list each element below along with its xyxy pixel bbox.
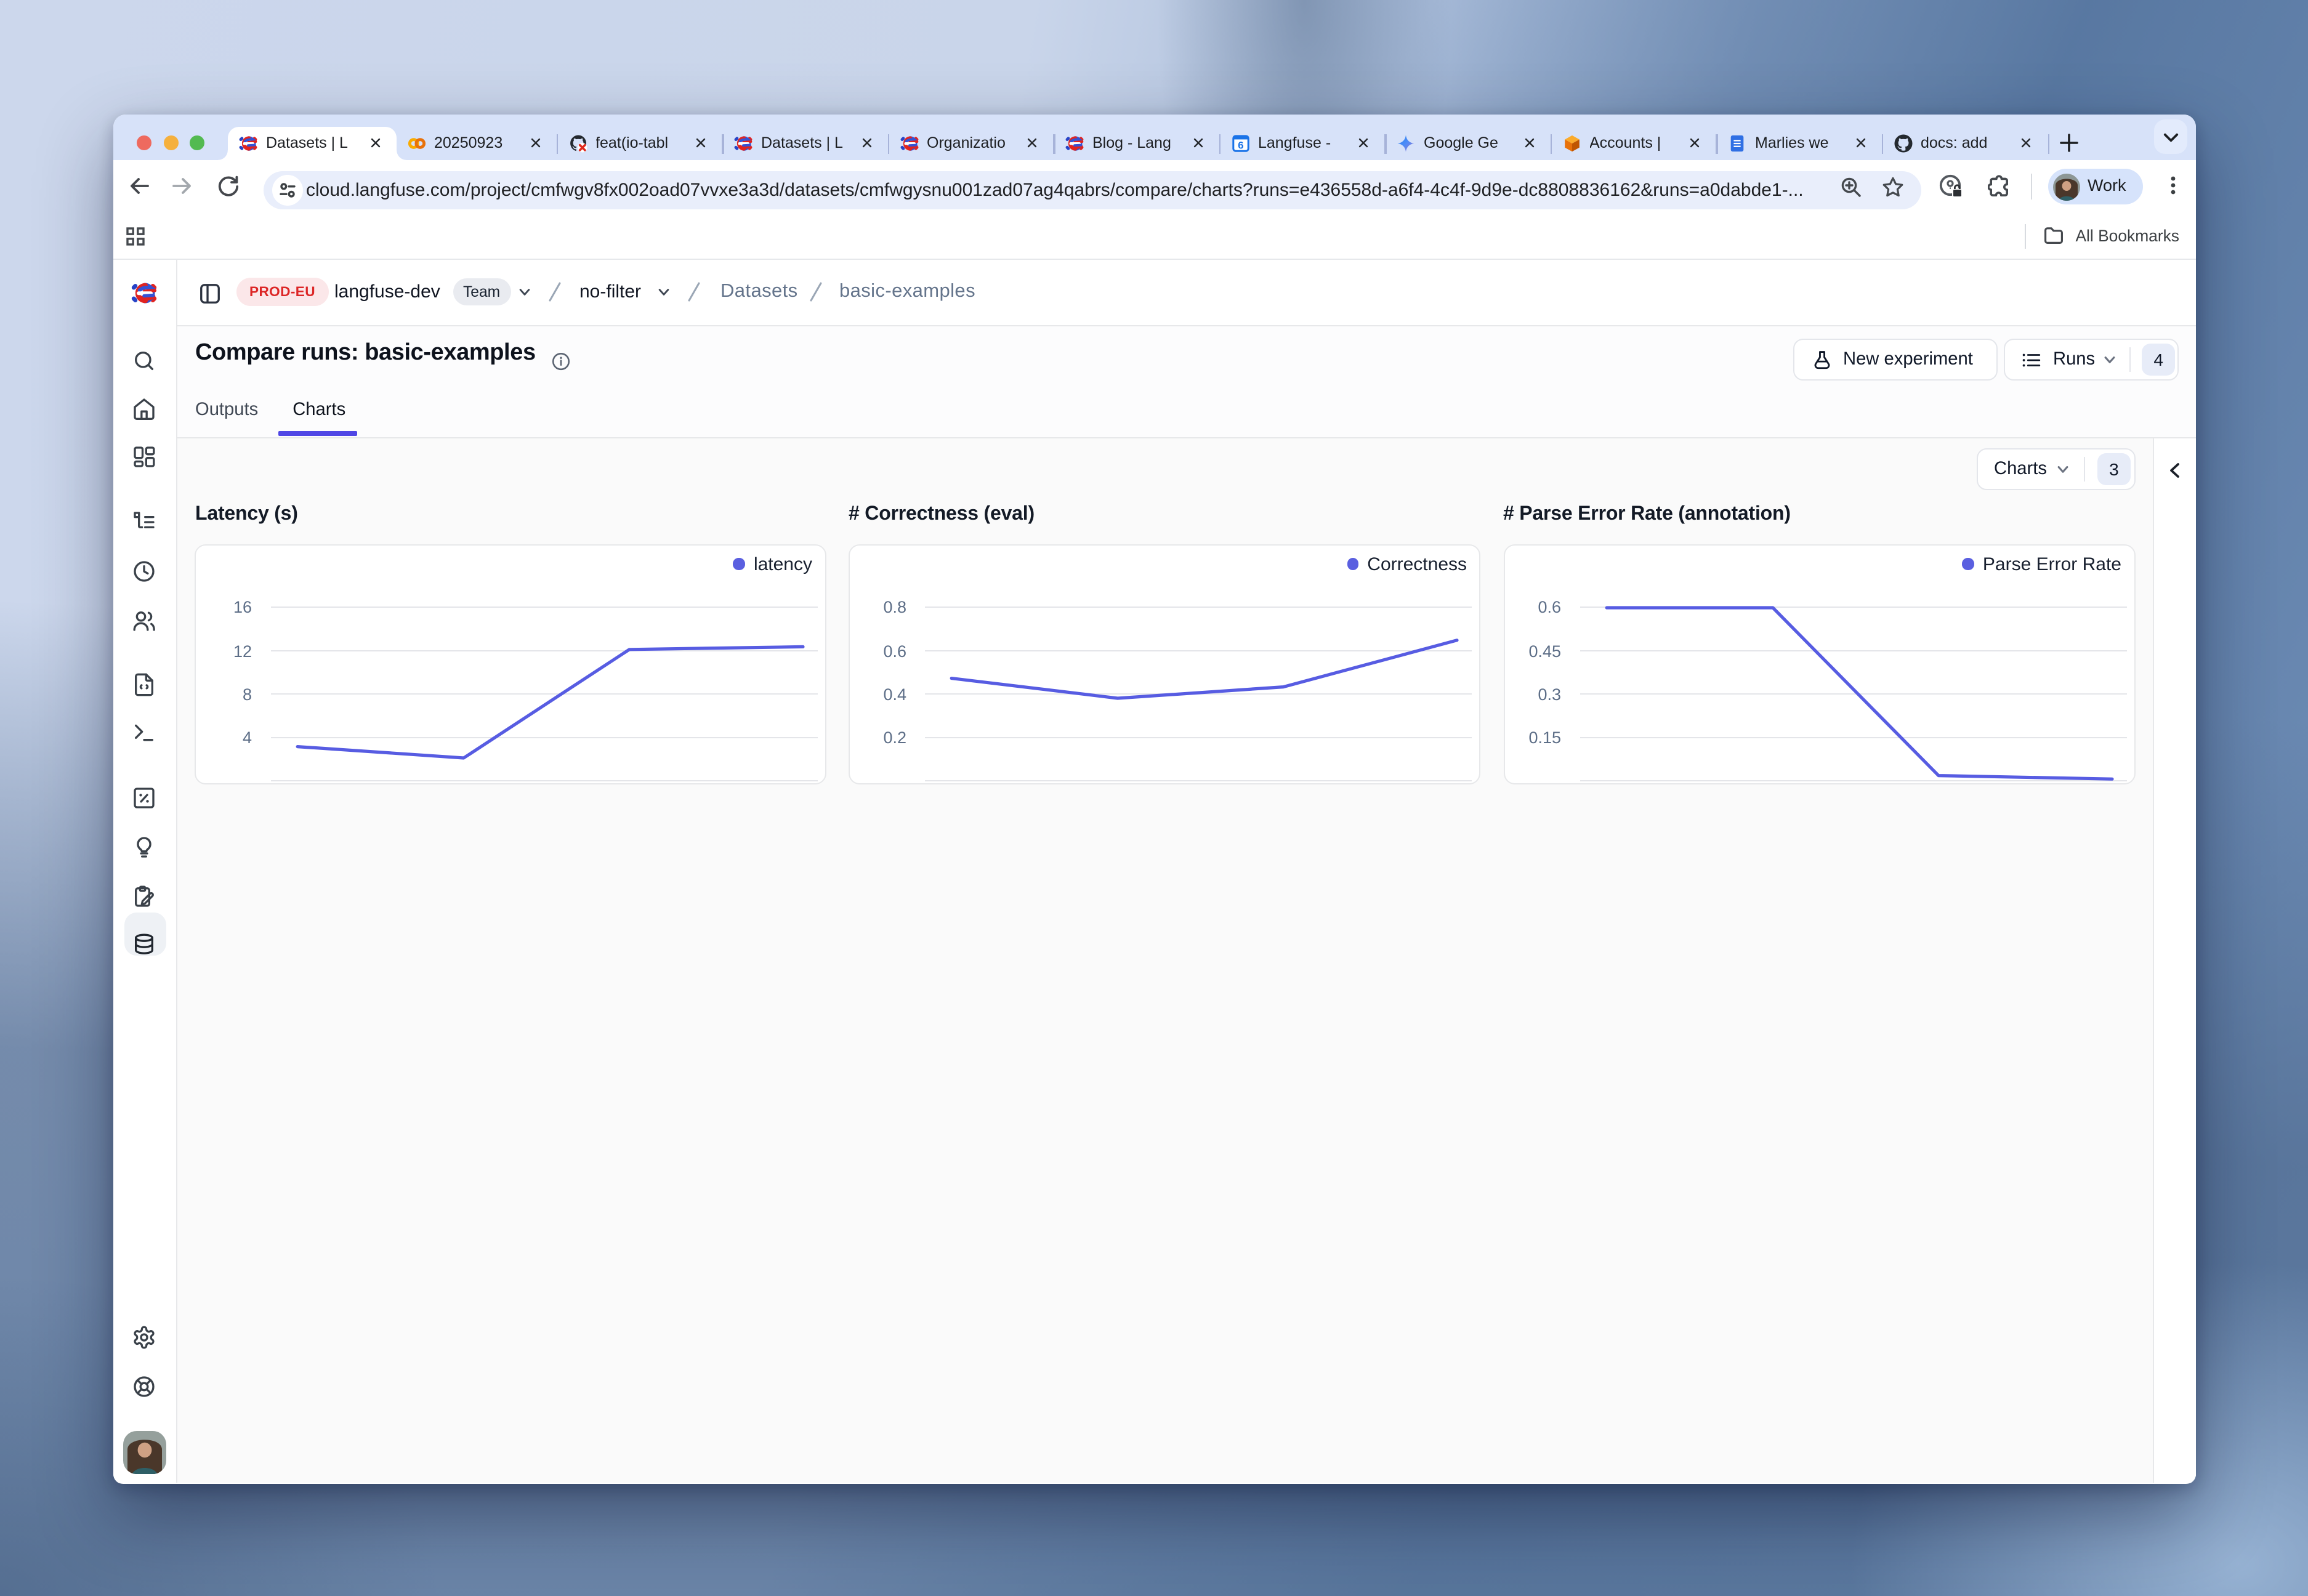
svg-text:6: 6 [1237,139,1243,151]
